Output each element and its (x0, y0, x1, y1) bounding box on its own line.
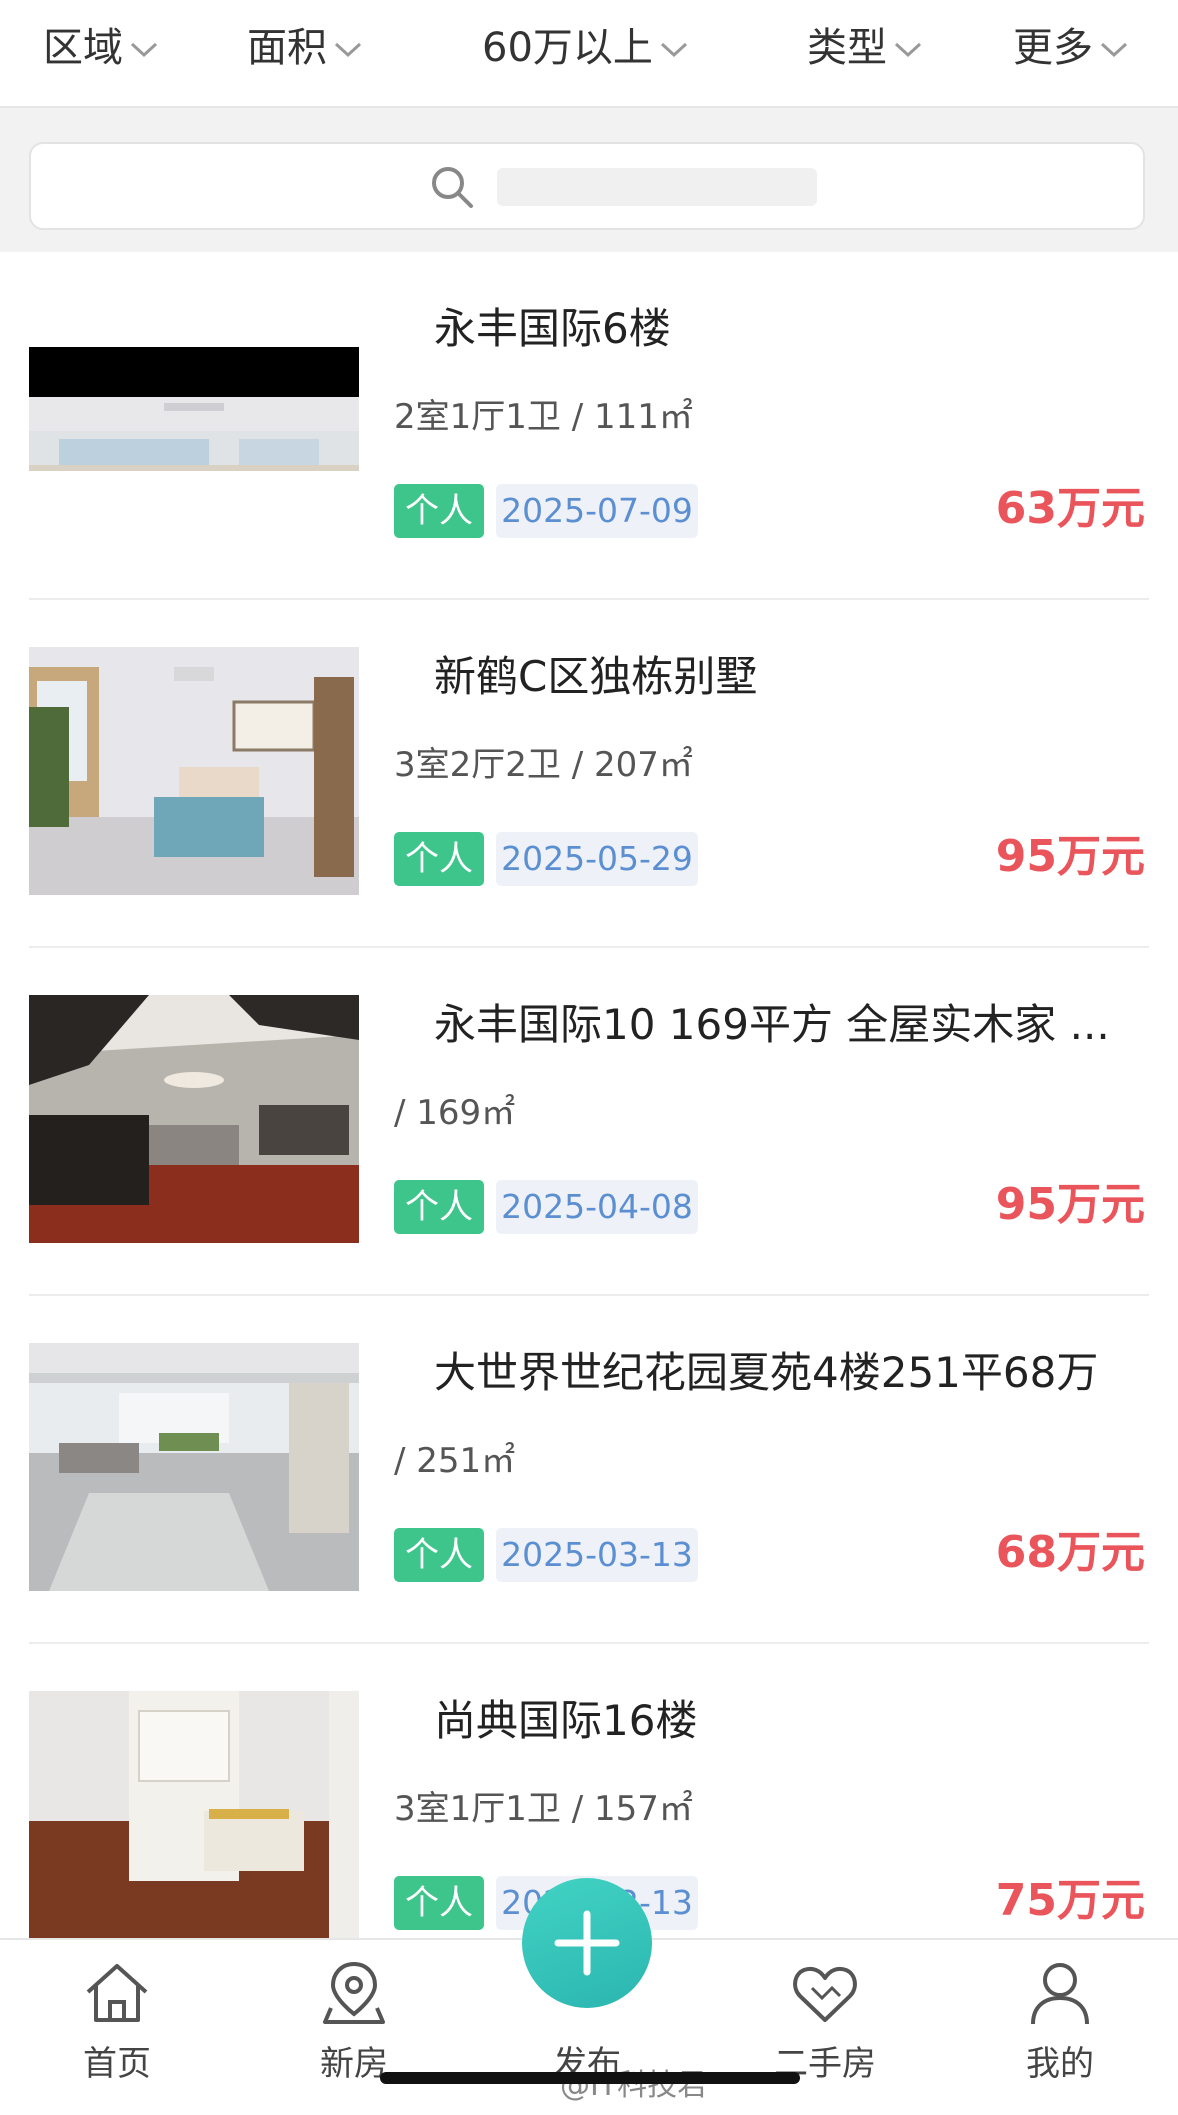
chevron-down-icon (130, 42, 158, 58)
listing-owner-tag: 个人 (394, 1876, 484, 1930)
home-icon (86, 1964, 148, 2022)
filter-type[interactable]: 类型 (807, 18, 923, 78)
filter-area[interactable]: 面积 (247, 18, 363, 78)
filter-price[interactable]: 60万以上 (482, 18, 689, 78)
handshake-heart-icon (793, 1966, 857, 2022)
home-indicator (380, 2072, 800, 2084)
listing-title: 永丰国际6楼 (434, 304, 671, 353)
nav-mine[interactable]: 我的 (990, 1958, 1130, 2085)
listing-photo (29, 995, 359, 1243)
filter-bar: 区域 面积 60万以上 类型 更多 (0, 0, 1178, 108)
filter-region[interactable]: 区域 (43, 18, 159, 78)
nav-home[interactable]: 首页 (47, 1958, 187, 2085)
filter-type-label: 类型 (807, 25, 887, 71)
search-area (0, 108, 1178, 252)
nav-new-house[interactable]: 新房 (284, 1958, 424, 2085)
listing-date: 2025-03-13 (496, 1528, 698, 1582)
plus-icon (554, 1910, 620, 1976)
listing-owner-tag: 个人 (394, 1528, 484, 1582)
chevron-down-icon (1100, 42, 1128, 58)
listing-item[interactable]: 永丰国际10 169平方 全屋实木家 ... / 169㎡ 个人 2025-04… (0, 948, 1178, 1296)
chevron-down-icon (334, 42, 362, 58)
listing-photo (29, 1343, 359, 1591)
filter-region-label: 区域 (43, 25, 123, 71)
search-icon (432, 167, 473, 208)
listing-date: 2025-07-09 (496, 484, 698, 538)
filter-area-label: 面积 (247, 25, 327, 71)
listing-specs: 2室1厅1卫 / 111㎡ (394, 397, 693, 437)
filter-price-label: 60万以上 (482, 25, 653, 71)
nav-mine-label: 我的 (1026, 2044, 1094, 2084)
listing-owner-tag: 个人 (394, 484, 484, 538)
listing-specs: 3室1厅1卫 / 157㎡ (394, 1789, 693, 1829)
listing-item[interactable]: 永丰国际6楼 2室1厅1卫 / 111㎡ 个人 2025-07-09 63万元 (0, 252, 1178, 600)
filter-more-label: 更多 (1013, 25, 1093, 71)
listing-item[interactable]: 大世界世纪花园夏苑4楼251平68万 / 251㎡ 个人 2025-03-13 … (0, 1296, 1178, 1644)
listing-owner-tag: 个人 (394, 832, 484, 886)
nav-home-label: 首页 (83, 2044, 151, 2084)
listing-specs: / 251㎡ (394, 1441, 516, 1481)
listing-price: 95万元 (995, 1179, 1145, 1230)
listing-price: 63万元 (995, 483, 1145, 534)
filter-more[interactable]: 更多 (1013, 18, 1129, 78)
listing-owner-tag: 个人 (394, 1180, 484, 1234)
listing-title: 尚典国际16楼 (434, 1696, 698, 1745)
search-input[interactable] (29, 142, 1145, 230)
listing-specs: / 169㎡ (394, 1093, 516, 1133)
publish-button[interactable] (522, 1878, 652, 2008)
listing-title: 大世界世纪花园夏苑4楼251平68万 (434, 1348, 1099, 1397)
user-icon (1031, 1963, 1089, 2025)
listing-price: 68万元 (995, 1527, 1145, 1578)
listing-photo (29, 1691, 359, 1939)
listing-photo (29, 647, 359, 895)
listing-price: 95万元 (995, 831, 1145, 882)
location-pin-icon (323, 1961, 385, 2024)
nav-second-hand[interactable]: 二手房 (755, 1958, 895, 2085)
chevron-down-icon (660, 42, 687, 58)
listing-item[interactable]: 新鹤C区独栋别墅 3室2厅2卫 / 207㎡ 个人 2025-05-29 95万… (0, 600, 1178, 948)
listing-date: 2025-04-08 (496, 1180, 698, 1234)
listing-title: 新鹤C区独栋别墅 (434, 652, 758, 701)
listing-photo (29, 299, 359, 547)
listing-date: 2025-05-29 (496, 832, 698, 886)
listing-price: 75万元 (995, 1875, 1145, 1926)
chevron-down-icon (894, 42, 922, 58)
listing-specs: 3室2厅2卫 / 207㎡ (394, 745, 693, 785)
search-placeholder-blurred (497, 168, 817, 206)
listing-title: 永丰国际10 169平方 全屋实木家 ... (434, 1000, 1110, 1049)
